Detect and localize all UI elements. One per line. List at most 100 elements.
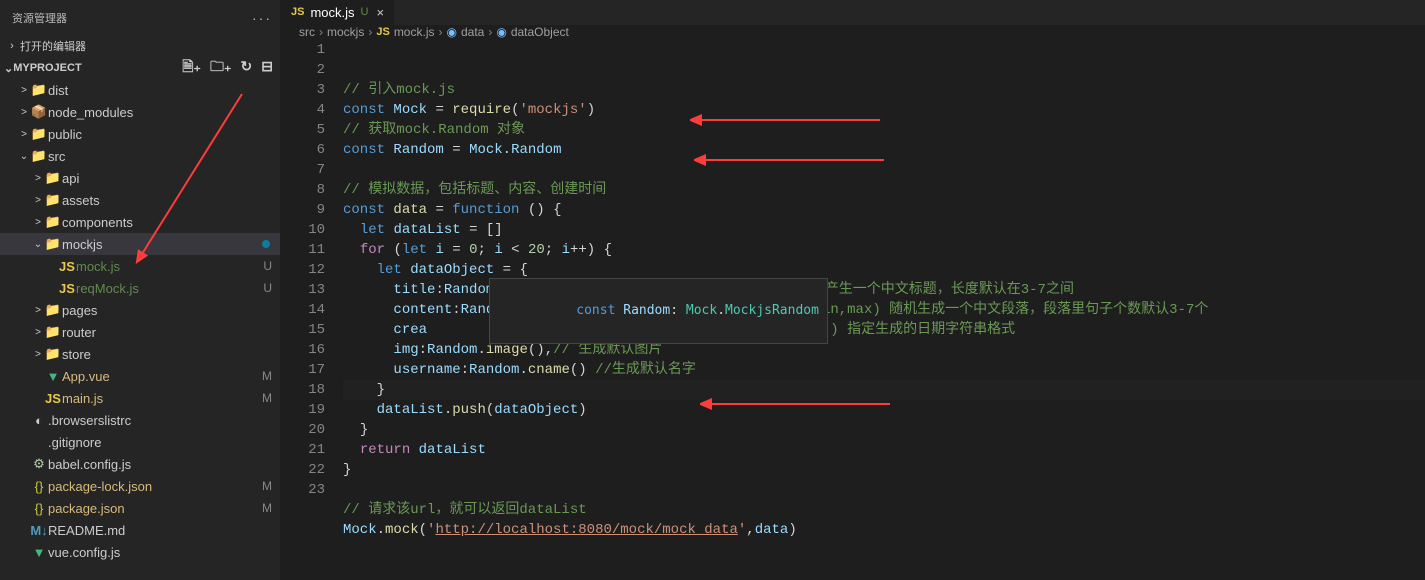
tree-item[interactable]: >📁assets	[0, 189, 280, 211]
tree-item-label: node_modules	[48, 105, 280, 120]
file-icon: ▼	[30, 545, 48, 560]
tree-item[interactable]: M↓README.md	[0, 519, 280, 541]
tab-label: mock.js	[310, 5, 354, 20]
tree-item-label: .gitignore	[48, 435, 280, 450]
tree-item-label: main.js	[62, 391, 262, 406]
tree-item[interactable]: >📁components	[0, 211, 280, 233]
tree-item-label: api	[62, 171, 280, 186]
breadcrumb-segment[interactable]: mockjs	[327, 25, 364, 39]
code-line[interactable]: const data = function () {	[343, 200, 1425, 220]
code-line[interactable]: for (let i = 0; i < 20; i++) {	[343, 240, 1425, 260]
tree-item-label: mock.js	[76, 259, 263, 274]
tree-item[interactable]: .gitignore	[0, 431, 280, 453]
status-dot	[262, 240, 270, 248]
tree-item[interactable]: ⌄📁src	[0, 145, 280, 167]
file-tree: >📁dist>📦node_modules>📁public⌄📁src>📁api>📁…	[0, 79, 280, 580]
tree-item[interactable]: >📁dist	[0, 79, 280, 101]
tree-item-label: README.md	[48, 523, 280, 538]
tree-item[interactable]: {}package-lock.jsonM	[0, 475, 280, 497]
file-icon: {}	[30, 501, 48, 516]
breadcrumb[interactable]: src› mockjs› JS mock.js› ◉ data› ◉ dataO…	[281, 25, 1425, 40]
code-line[interactable]: // 引入mock.js	[343, 80, 1425, 100]
tree-item-label: babel.config.js	[48, 457, 280, 472]
chevron-icon: >	[32, 195, 44, 206]
symbol-icon: ◉	[496, 25, 506, 39]
code-line[interactable]: // 获取mock.Random 对象	[343, 120, 1425, 140]
breadcrumb-segment[interactable]: dataObject	[511, 25, 569, 39]
code-line[interactable]: username:Random.cname() //生成默认名字	[343, 360, 1425, 380]
refresh-icon[interactable]: ↻	[240, 58, 252, 74]
code-line[interactable]: const Mock = require('mockjs')	[343, 100, 1425, 120]
code-line[interactable]: }	[343, 460, 1425, 480]
explorer-title: 资源管理器	[12, 10, 67, 26]
js-icon: JS	[291, 6, 304, 18]
chevron-icon: >	[32, 349, 44, 360]
tab-status: U	[361, 6, 369, 18]
code-line[interactable]: return dataList	[343, 440, 1425, 460]
code-line[interactable]: let dataList = []	[343, 220, 1425, 240]
tree-item[interactable]: ◐.browserslistrc	[0, 409, 280, 431]
tree-item[interactable]: ⚙babel.config.js	[0, 453, 280, 475]
chevron-icon: ⌄	[18, 151, 30, 162]
more-icon[interactable]: ···	[252, 10, 272, 26]
open-editors-section[interactable]: › 打开的编辑器	[0, 35, 280, 57]
chevron-icon: >	[32, 305, 44, 316]
tree-item[interactable]: ▼App.vueM	[0, 365, 280, 387]
code-line[interactable]: let dataObject = {	[343, 260, 1425, 280]
tree-item[interactable]: >📁router	[0, 321, 280, 343]
code-line[interactable]	[343, 160, 1425, 180]
tree-item[interactable]: JSmock.jsU	[0, 255, 280, 277]
code-line[interactable]	[343, 480, 1425, 500]
tree-item[interactable]: >📦node_modules	[0, 101, 280, 123]
tree-item[interactable]: ⌄📁mockjs	[0, 233, 280, 255]
code-line[interactable]: Mock.mock('http://localhost:8080/mock/mo…	[343, 520, 1425, 540]
file-icon: 📁	[30, 82, 48, 98]
tree-item[interactable]: JSmain.jsM	[0, 387, 280, 409]
file-icon: ◐	[30, 413, 48, 428]
code-line[interactable]: const Random = Mock.Random	[343, 140, 1425, 160]
tree-item[interactable]: ▼vue.config.js	[0, 541, 280, 563]
code-area[interactable]: // 引入mock.jsconst Mock = require('mockjs…	[343, 40, 1425, 580]
tree-item-label: .browserslistrc	[48, 413, 280, 428]
file-icon: JS	[58, 259, 76, 274]
new-file-icon[interactable]: 🗎₊	[182, 58, 201, 74]
tree-item-label: App.vue	[62, 369, 262, 384]
project-name: MYPROJECT	[13, 62, 81, 74]
file-icon: 📁	[44, 236, 62, 252]
open-editors-label: 打开的编辑器	[20, 38, 86, 54]
js-icon: JS	[376, 26, 389, 38]
tree-item[interactable]: >📁api	[0, 167, 280, 189]
tree-item[interactable]: >📁pages	[0, 299, 280, 321]
tree-item-label: reqMock.js	[76, 281, 263, 296]
tree-item[interactable]: >📁store	[0, 343, 280, 365]
tree-item-label: components	[62, 215, 280, 230]
file-icon: 📁	[44, 170, 62, 186]
tree-item-label: router	[62, 325, 280, 340]
new-folder-icon[interactable]: 🗀₊	[210, 58, 231, 74]
collapse-icon[interactable]: ⊟	[261, 58, 273, 74]
code-line[interactable]: dataList.push(dataObject)	[343, 400, 1425, 420]
tree-item[interactable]: >📁public	[0, 123, 280, 145]
tab-mockjs[interactable]: JS mock.js U ×	[281, 0, 395, 25]
tree-item[interactable]: {}package.jsonM	[0, 497, 280, 519]
file-icon: 📦	[30, 104, 48, 120]
git-status-badge: M	[262, 479, 272, 493]
breadcrumb-segment[interactable]: src	[299, 25, 315, 39]
chevron-icon: >	[18, 129, 30, 140]
code-line[interactable]: // 请求该url，就可以返回dataList	[343, 500, 1425, 520]
file-icon: 📁	[30, 148, 48, 164]
git-status-badge: U	[263, 259, 272, 273]
editor-main: JS mock.js U × src› mockjs› JS mock.js› …	[281, 0, 1425, 580]
breadcrumb-segment[interactable]: mock.js	[394, 25, 435, 39]
code-line[interactable]: }	[343, 380, 1425, 400]
tree-item[interactable]: JSreqMock.jsU	[0, 277, 280, 299]
close-icon[interactable]: ×	[376, 5, 384, 20]
git-status-badge: M	[262, 391, 272, 405]
breadcrumb-segment[interactable]: data	[461, 25, 484, 39]
tree-item-label: src	[48, 149, 280, 164]
tab-bar: JS mock.js U ×	[281, 0, 1425, 25]
code-line[interactable]: }	[343, 420, 1425, 440]
project-section[interactable]: ⌄ MYPROJECT 🗎₊ 🗀₊ ↻ ⊟	[0, 57, 280, 79]
code-editor[interactable]: 1234567891011121314151617181920212223 //…	[281, 40, 1425, 580]
code-line[interactable]: // 模拟数据，包括标题、内容、创建时间	[343, 180, 1425, 200]
